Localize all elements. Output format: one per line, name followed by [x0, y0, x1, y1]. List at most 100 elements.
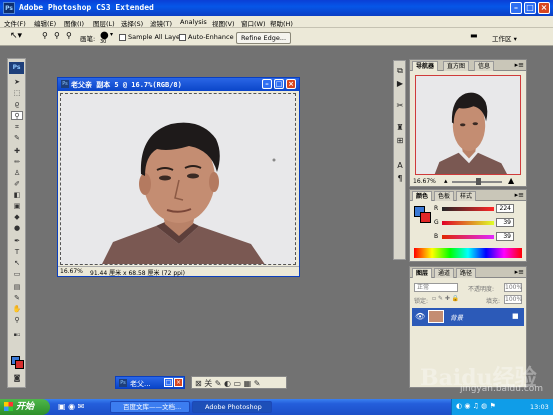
- color-spectrum-ramp[interactable]: [414, 248, 522, 258]
- r-slider[interactable]: [442, 207, 494, 211]
- add-selection-icon[interactable]: ⚲: [54, 31, 60, 43]
- mini-close-button[interactable]: ×: [174, 378, 183, 387]
- tool-presets-icon[interactable]: ✂: [395, 101, 405, 111]
- eyedropper-tool-icon[interactable]: ✎: [11, 294, 23, 303]
- color-bg-swatch[interactable]: [420, 212, 431, 223]
- document-title-bar[interactable]: Ps 老父亲 副本 5 @ 16.7%(RGB/8) – □ ×: [58, 78, 299, 91]
- history-brush-icon[interactable]: ✐: [11, 180, 23, 189]
- paragraph-panel-icon[interactable]: ¶: [395, 174, 405, 184]
- shape-tool-icon[interactable]: ▭: [11, 270, 23, 279]
- opacity-input[interactable]: 100%: [504, 283, 522, 292]
- menu-help[interactable]: 帮助(H): [270, 18, 293, 28]
- quick-selection-tool-icon[interactable]: ↖▾: [10, 31, 22, 43]
- tab-paths[interactable]: 路径: [456, 268, 477, 278]
- menu-view[interactable]: 视图(V): [212, 18, 235, 28]
- menu-analysis[interactable]: Analysis: [180, 18, 207, 26]
- default-colors-icon[interactable]: ▪▫: [11, 331, 23, 340]
- g-slider[interactable]: [442, 221, 494, 225]
- refine-edge-button[interactable]: Refine Edge...: [236, 32, 292, 44]
- quick-selection-tool-icon[interactable]: ⚲: [11, 111, 23, 120]
- brush-dropdown-icon[interactable]: ▾: [110, 31, 113, 43]
- tab-color[interactable]: 颜色: [412, 191, 433, 201]
- minimized-window-1[interactable]: Ps 老父... □ ×: [115, 376, 185, 389]
- actions-panel-icon[interactable]: ▶: [395, 79, 405, 89]
- tab-channels[interactable]: 通道: [434, 268, 455, 278]
- zoom-in-icon[interactable]: ▲: [508, 176, 514, 185]
- b-slider[interactable]: [442, 235, 494, 239]
- image-canvas[interactable]: [60, 93, 296, 265]
- doc-close-button[interactable]: ×: [286, 79, 296, 89]
- r-value-input[interactable]: 224: [496, 204, 514, 213]
- quick-mask-icon[interactable]: ◙: [11, 374, 23, 383]
- tab-layers[interactable]: 图层: [412, 268, 433, 278]
- color-panel-menu-icon[interactable]: ▸≡: [515, 191, 524, 199]
- menu-select[interactable]: 选择(S): [121, 18, 143, 28]
- zoom-tool-icon[interactable]: ⚲: [11, 316, 23, 325]
- start-button[interactable]: 开始: [0, 399, 50, 415]
- b-value-input[interactable]: 39: [496, 232, 514, 241]
- crop-tool-icon[interactable]: ⌗: [11, 123, 23, 132]
- marquee-tool-icon[interactable]: ⬚: [11, 89, 23, 98]
- task-photoshop[interactable]: Adobe Photoshop: [192, 401, 272, 413]
- clone-stamp-icon[interactable]: ♙: [11, 169, 23, 178]
- mini-restore-button[interactable]: □: [164, 378, 173, 387]
- g-value-input[interactable]: 39: [496, 218, 514, 227]
- tab-histogram[interactable]: 直方图: [443, 61, 470, 71]
- menu-window[interactable]: 窗口(W): [241, 18, 266, 28]
- tab-navigator[interactable]: 导航器: [412, 61, 439, 71]
- move-tool-icon[interactable]: ➤: [11, 78, 23, 87]
- menu-filter[interactable]: 滤镜(T): [150, 18, 172, 28]
- panel-menu-icon[interactable]: ▸≡: [515, 61, 524, 69]
- menu-layer[interactable]: 图层(L): [93, 18, 115, 28]
- layers-panel-menu-icon[interactable]: ▸≡: [515, 268, 524, 276]
- gradient-tool-icon[interactable]: ▣: [11, 202, 23, 211]
- quicklaunch-icons[interactable]: ▣ ◉ ✉: [58, 402, 84, 411]
- hand-tool-icon[interactable]: ✋: [11, 305, 23, 314]
- type-tool-icon[interactable]: T: [11, 248, 23, 257]
- new-selection-icon[interactable]: ⚲: [42, 31, 48, 43]
- task-baidu-wenku[interactable]: 百度文库——文档...: [110, 401, 190, 413]
- doc-zoom-level[interactable]: 16.67%: [60, 268, 83, 275]
- character-panel-icon[interactable]: A: [395, 161, 405, 171]
- close-button[interactable]: ×: [538, 2, 550, 14]
- lasso-tool-icon[interactable]: ϱ: [11, 100, 23, 109]
- tab-info[interactable]: 信息: [474, 61, 495, 71]
- auto-enhance-checkbox[interactable]: Auto-Enhance: [179, 33, 234, 45]
- blur-tool-icon[interactable]: ◆: [11, 213, 23, 222]
- doc-maximize-button[interactable]: □: [274, 79, 284, 89]
- subtract-selection-icon[interactable]: ⚲: [66, 31, 72, 43]
- brush-tool-icon[interactable]: ✏: [11, 158, 23, 167]
- doc-minimize-button[interactable]: –: [262, 79, 272, 89]
- slice-tool-icon[interactable]: ✎: [11, 134, 23, 143]
- healing-brush-icon[interactable]: ✚: [11, 147, 23, 156]
- menu-file[interactable]: 文件(F): [4, 18, 26, 28]
- layer-visibility-icon[interactable]: 👁: [415, 312, 425, 321]
- eraser-tool-icon[interactable]: ◧: [11, 191, 23, 200]
- layer-row-background[interactable]: 👁 背景 ■: [412, 308, 524, 326]
- brushes-panel-icon[interactable]: ♜: [395, 123, 405, 133]
- history-panel-icon[interactable]: ⧉: [395, 66, 405, 76]
- fill-input[interactable]: 100%: [504, 295, 522, 304]
- blend-mode-select[interactable]: 正常: [414, 283, 458, 292]
- menu-image[interactable]: 图像(I): [64, 18, 84, 28]
- zoom-out-icon[interactable]: ▴: [444, 177, 448, 185]
- maximize-button[interactable]: □: [524, 2, 536, 14]
- minimize-button[interactable]: –: [510, 2, 522, 14]
- notes-tool-icon[interactable]: ▤: [11, 283, 23, 292]
- dodge-tool-icon[interactable]: ●: [11, 224, 23, 233]
- path-selection-icon[interactable]: ↖: [11, 259, 23, 268]
- clone-source-icon[interactable]: ⊞: [395, 136, 405, 146]
- tab-swatches[interactable]: 色板: [434, 191, 455, 201]
- doc-info[interactable]: 91.44 厘米 x 68.58 厘米 (72 ppi): [90, 268, 185, 277]
- navigator-zoom-knob[interactable]: [476, 178, 481, 185]
- workspace-menu[interactable]: 工作区 ▾: [492, 33, 517, 45]
- palette-well-icon[interactable]: ▬: [470, 31, 478, 43]
- tray-icons[interactable]: ◐ ◉ ♫ ◍ ⚑: [456, 402, 496, 410]
- lock-icons[interactable]: ▫ ✎ ✚ 🔒: [432, 295, 459, 302]
- tab-styles[interactable]: 样式: [456, 191, 477, 201]
- navigator-thumbnail[interactable]: [415, 75, 521, 175]
- navigator-zoom[interactable]: 16.67%: [413, 178, 436, 185]
- pen-tool-icon[interactable]: ✒: [11, 237, 23, 246]
- background-color-swatch[interactable]: [15, 360, 24, 369]
- menu-edit[interactable]: 编辑(E): [34, 18, 56, 28]
